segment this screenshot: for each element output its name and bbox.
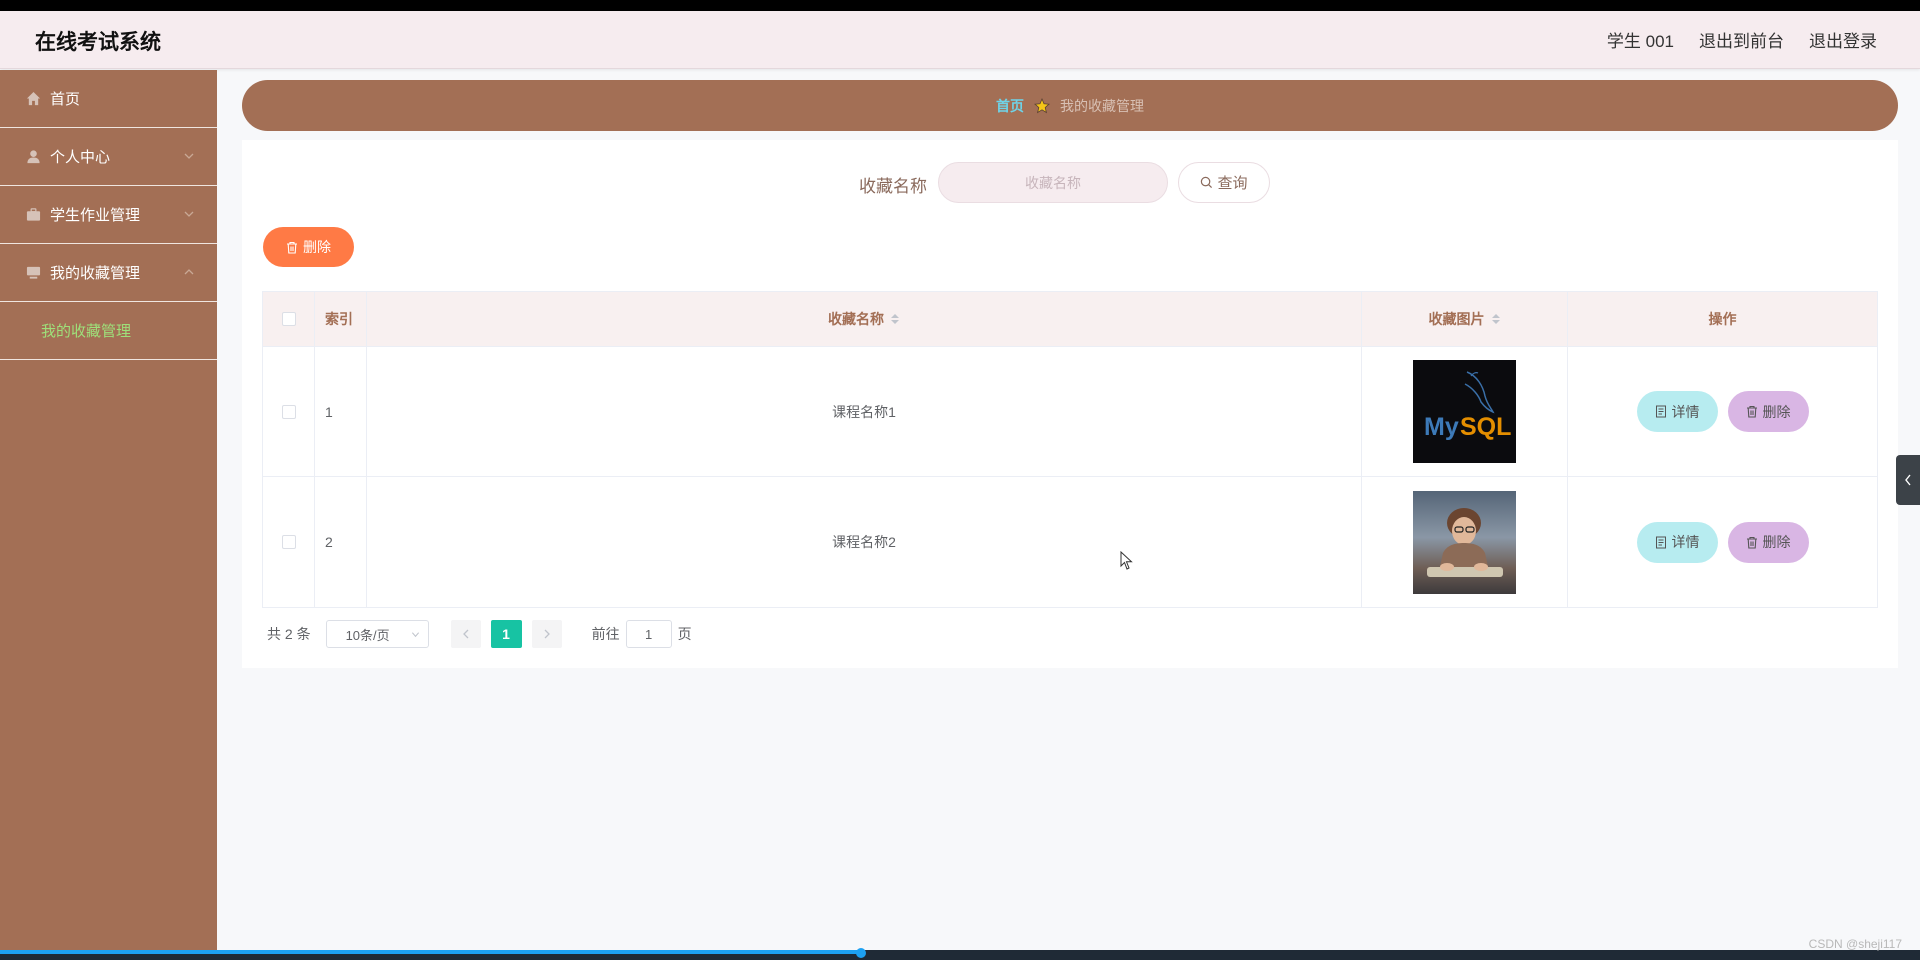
window-top-strip bbox=[0, 0, 1920, 11]
user-icon bbox=[26, 149, 41, 164]
favorites-table: 索引 收藏名称 收藏图片 操作 1 课程名称1 My SQL 详情 删除 2 课… bbox=[262, 291, 1878, 608]
chevron-left-icon bbox=[1905, 474, 1911, 486]
pagination: 共 2 条 10条/页 1 前往 页 bbox=[267, 620, 692, 648]
detail-button[interactable]: 详情 bbox=[1636, 521, 1718, 563]
row-delete-button[interactable]: 删除 bbox=[1727, 391, 1809, 432]
breadcrumb-home[interactable]: 首页 bbox=[996, 96, 1024, 116]
row-checkbox[interactable] bbox=[281, 535, 296, 549]
chevron-right-icon bbox=[544, 629, 550, 639]
chevron-left-icon bbox=[462, 629, 469, 639]
page-size-value: 10条/页 bbox=[345, 627, 390, 643]
trash-icon bbox=[287, 241, 297, 254]
briefcase-icon bbox=[26, 207, 41, 222]
svg-text:My: My bbox=[1424, 413, 1459, 441]
trash-icon bbox=[1746, 536, 1757, 549]
search-icon bbox=[1201, 176, 1213, 189]
row-delete-label: 删除 bbox=[1762, 534, 1791, 550]
exit-to-front-link[interactable]: 退出到前台 bbox=[1699, 27, 1784, 52]
header-actions: 学生 001 退出到前台 退出登录 bbox=[1607, 27, 1877, 52]
video-progress-handle[interactable] bbox=[856, 948, 866, 958]
goto-label: 前往 bbox=[591, 626, 620, 642]
sidebar-item-label: 学生作业管理 bbox=[50, 207, 141, 224]
monitor-icon bbox=[26, 265, 41, 280]
sidebar-item-label: 我的收藏管理 bbox=[50, 265, 141, 282]
query-button-label: 查询 bbox=[1217, 175, 1248, 192]
chevron-down-icon bbox=[184, 153, 194, 159]
row-name: 课程名称1 bbox=[367, 347, 1362, 476]
trash-icon bbox=[1746, 405, 1757, 418]
watermark: CSDN @sheji117 bbox=[1808, 937, 1902, 951]
detail-button-label: 详情 bbox=[1671, 534, 1700, 550]
mouse-cursor-icon bbox=[1120, 551, 1133, 570]
chevron-up-icon bbox=[184, 269, 194, 275]
prev-page-button[interactable] bbox=[450, 620, 481, 648]
page-size-select[interactable]: 10条/页 bbox=[325, 620, 429, 648]
sidebar-item-favorites[interactable]: 我的收藏管理 bbox=[0, 244, 217, 302]
home-icon bbox=[26, 91, 41, 106]
sidebar: 首页 个人中心 学生作业管理 我的收藏管理 我的收藏管理 bbox=[0, 70, 217, 950]
app-header: 在线考试系统 学生 001 退出到前台 退出登录 bbox=[0, 11, 1920, 69]
sidebar-subitem-favorites-manage[interactable]: 我的收藏管理 bbox=[0, 302, 217, 360]
video-progress-bar[interactable] bbox=[0, 948, 1920, 960]
sort-icon[interactable] bbox=[1491, 312, 1501, 326]
app-title: 在线考试系统 bbox=[35, 31, 161, 54]
batch-delete-button[interactable]: 删除 bbox=[263, 227, 354, 267]
breadcrumb: 首页 我的收藏管理 bbox=[242, 80, 1898, 131]
chevron-down-icon bbox=[411, 632, 419, 638]
sidebar-item-label: 首页 bbox=[50, 91, 81, 108]
child-at-keyboard-image bbox=[1413, 490, 1516, 594]
row-checkbox[interactable] bbox=[281, 404, 296, 419]
document-icon bbox=[1655, 405, 1666, 418]
sidebar-item-homework[interactable]: 学生作业管理 bbox=[0, 186, 217, 244]
page-unit-label: 页 bbox=[677, 626, 692, 642]
table-row: 2 课程名称2 详情 删除 bbox=[263, 477, 1877, 607]
chevron-down-icon bbox=[184, 211, 194, 217]
column-header-index: 索引 bbox=[315, 292, 367, 346]
breadcrumb-current: 我的收藏管理 bbox=[1060, 97, 1144, 114]
detail-button-label: 详情 bbox=[1671, 403, 1700, 420]
next-page-button[interactable] bbox=[531, 620, 562, 648]
video-progress-fill bbox=[0, 950, 862, 954]
content-card: 收藏名称 查询 删除 索引 收藏名称 收藏图片 操作 1 课程名称1 bbox=[242, 140, 1898, 668]
detail-button[interactable]: 详情 bbox=[1636, 391, 1718, 432]
row-delete-label: 删除 bbox=[1762, 403, 1791, 420]
star-icon bbox=[1034, 97, 1050, 113]
current-user[interactable]: 学生 001 bbox=[1607, 27, 1674, 52]
column-header-image[interactable]: 收藏图片 bbox=[1362, 292, 1568, 346]
search-input[interactable] bbox=[938, 162, 1168, 203]
column-header-label: 收藏名称 bbox=[828, 311, 884, 327]
row-delete-button[interactable]: 删除 bbox=[1727, 521, 1809, 563]
sidebar-item-home[interactable]: 首页 bbox=[0, 70, 217, 128]
search-label: 收藏名称 bbox=[859, 177, 927, 196]
column-header-name[interactable]: 收藏名称 bbox=[367, 292, 1362, 346]
table-header: 索引 收藏名称 收藏图片 操作 bbox=[263, 292, 1877, 347]
page-number-button[interactable]: 1 bbox=[490, 620, 522, 648]
svg-text:SQL: SQL bbox=[1460, 413, 1511, 441]
row-index: 1 bbox=[315, 347, 367, 476]
table-row: 1 课程名称1 My SQL 详情 删除 bbox=[263, 347, 1877, 477]
side-collapse-tab[interactable] bbox=[1896, 455, 1920, 505]
logout-link[interactable]: 退出登录 bbox=[1809, 27, 1877, 52]
sort-icon[interactable] bbox=[890, 312, 900, 326]
document-icon bbox=[1655, 536, 1666, 548]
query-button[interactable]: 查询 bbox=[1178, 162, 1270, 203]
goto-page-input[interactable] bbox=[625, 620, 672, 648]
select-all-checkbox[interactable] bbox=[281, 312, 296, 326]
row-name: 课程名称2 bbox=[367, 477, 1362, 607]
mysql-logo-image: My SQL bbox=[1413, 360, 1516, 463]
pagination-total: 共 2 条 bbox=[267, 626, 311, 642]
batch-delete-label: 删除 bbox=[303, 239, 331, 255]
sidebar-item-personal-center[interactable]: 个人中心 bbox=[0, 128, 217, 186]
column-header-actions: 操作 bbox=[1708, 311, 1737, 327]
column-header-label: 收藏图片 bbox=[1428, 311, 1485, 327]
row-index: 2 bbox=[315, 477, 367, 607]
sidebar-item-label: 个人中心 bbox=[50, 149, 111, 166]
